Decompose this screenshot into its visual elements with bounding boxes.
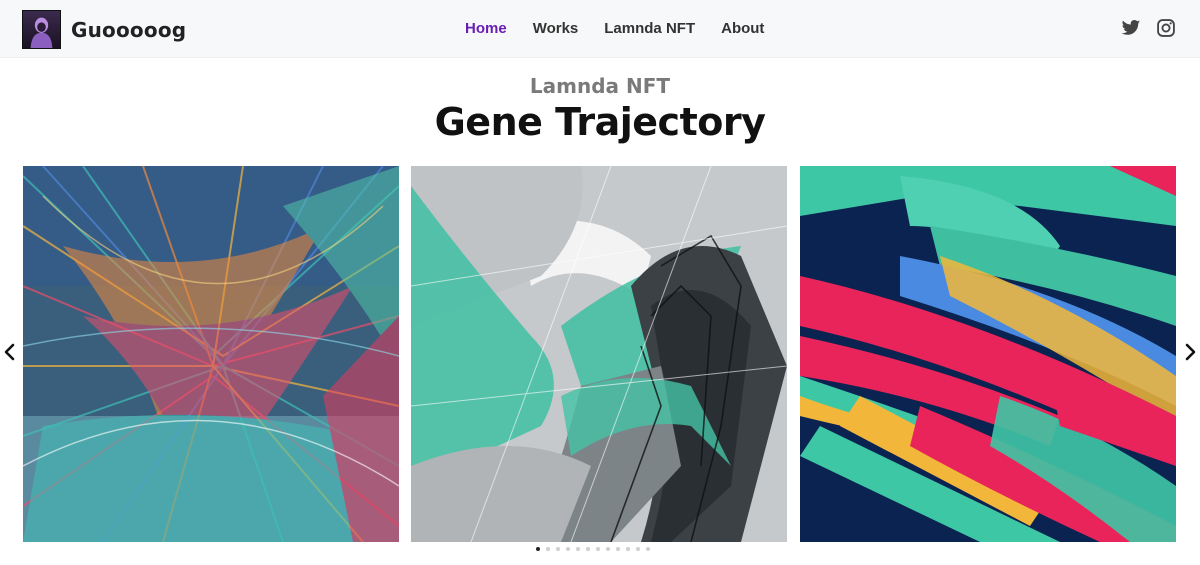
carousel-dot[interactable]	[576, 547, 580, 551]
nav-item-works[interactable]: Works	[533, 20, 579, 38]
carousel-pagination	[536, 547, 650, 551]
artwork-image-2	[411, 166, 787, 542]
brand[interactable]: Guooooog	[22, 10, 186, 49]
chevron-left-icon[interactable]	[3, 343, 17, 361]
page-subtitle: Lamnda NFT	[529, 74, 671, 98]
instagram-icon[interactable]	[1156, 18, 1176, 38]
carousel-dot[interactable]	[536, 547, 540, 551]
carousel-dot[interactable]	[626, 547, 630, 551]
nav-item-home[interactable]: Home	[465, 20, 507, 38]
carousel-dot[interactable]	[606, 547, 610, 551]
carousel-slide-3[interactable]	[800, 166, 1176, 542]
page-title: Gene Trajectory	[434, 100, 766, 144]
artwork-image-1	[23, 166, 399, 542]
nav-item-lamnda-nft[interactable]: Lamnda NFT	[604, 20, 695, 38]
nav-item-about[interactable]: About	[721, 20, 764, 38]
carousel-dot[interactable]	[566, 547, 570, 551]
brand-avatar[interactable]	[22, 10, 61, 49]
carousel-dot[interactable]	[646, 547, 650, 551]
carousel-dot[interactable]	[636, 547, 640, 551]
carousel-dot[interactable]	[616, 547, 620, 551]
social-links	[1121, 18, 1176, 38]
main-nav: Home Works Lamnda NFT About	[465, 20, 790, 38]
carousel-dot[interactable]	[546, 547, 550, 551]
carousel-dot[interactable]	[556, 547, 560, 551]
navbar: Guooooog Home Works Lamnda NFT About	[0, 0, 1200, 58]
brand-name[interactable]: Guooooog	[71, 18, 186, 42]
chevron-right-icon[interactable]	[1183, 343, 1197, 361]
carousel-dot[interactable]	[596, 547, 600, 551]
twitter-icon[interactable]	[1121, 18, 1141, 38]
carousel-dot[interactable]	[586, 547, 590, 551]
carousel-slide-1[interactable]	[23, 166, 399, 542]
carousel-slide-2[interactable]	[411, 166, 787, 542]
artwork-image-3	[800, 166, 1176, 542]
